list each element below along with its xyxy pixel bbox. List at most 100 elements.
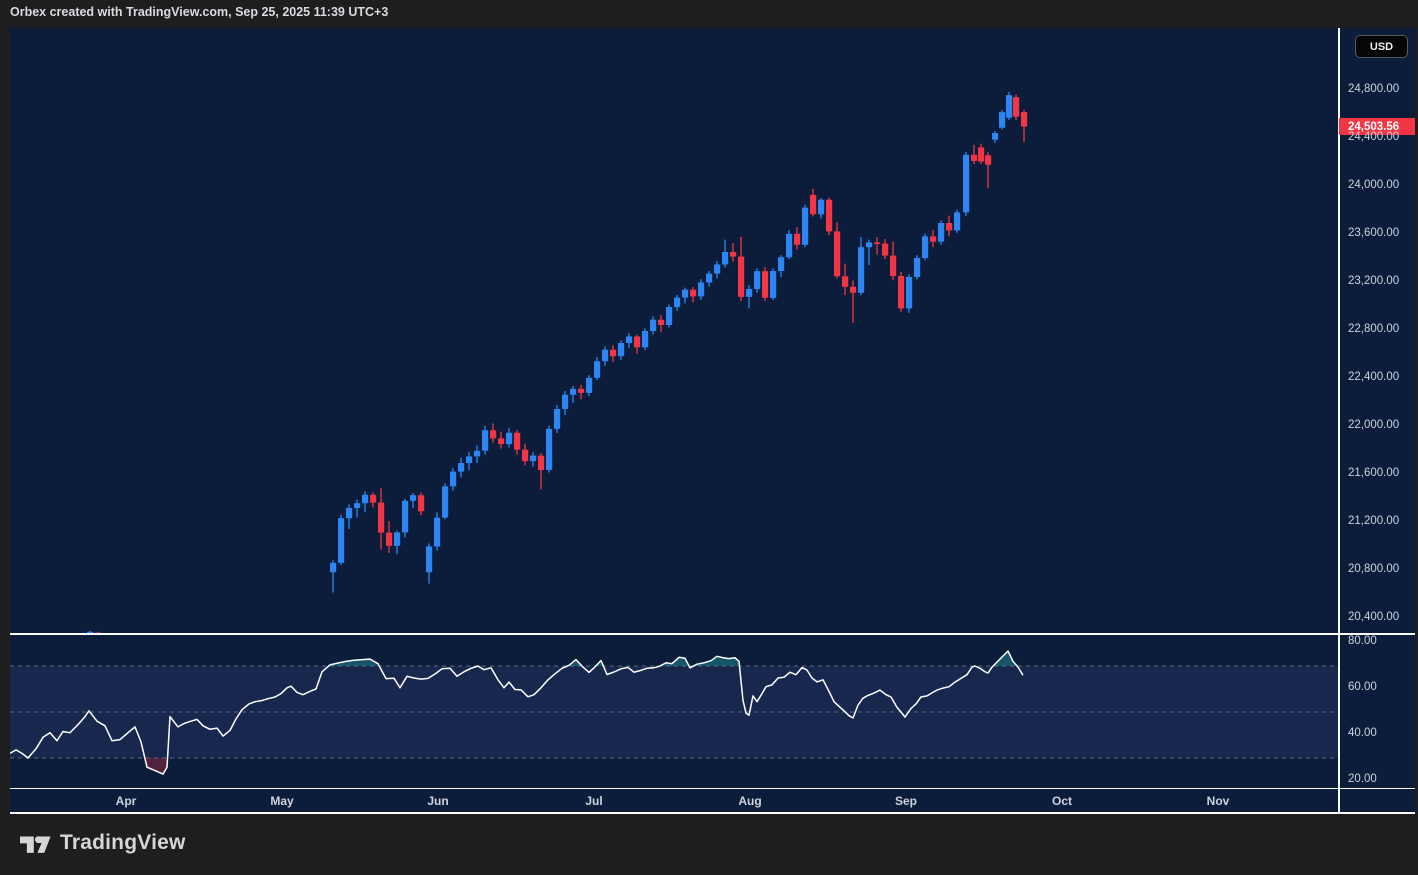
candle	[882, 239, 888, 259]
candle	[778, 255, 784, 277]
candle	[514, 430, 520, 455]
candle	[474, 446, 480, 463]
candle	[498, 432, 504, 449]
candle	[858, 237, 864, 295]
candle	[442, 483, 448, 519]
candle	[674, 295, 680, 311]
candle	[874, 237, 880, 254]
month-label-jul: Jul	[585, 794, 602, 808]
candle	[842, 264, 848, 296]
candle	[610, 345, 616, 362]
candle	[999, 110, 1005, 130]
candle	[922, 234, 928, 261]
candle	[754, 268, 760, 292]
candle	[906, 274, 912, 312]
candle	[378, 488, 384, 549]
candle	[602, 346, 608, 365]
month-label-jun: Jun	[427, 794, 448, 808]
candle	[578, 385, 584, 400]
candle	[898, 272, 904, 312]
candle	[650, 316, 656, 334]
candle	[850, 280, 856, 322]
candle	[971, 145, 977, 164]
candle	[482, 426, 488, 455]
rsi-tick-label: 80.00	[1348, 635, 1377, 647]
month-label-may: May	[270, 794, 293, 808]
price-tick-label: 24,000.00	[1348, 179, 1399, 191]
candle	[466, 452, 472, 470]
candle	[410, 493, 416, 508]
price-tick-label: 21,600.00	[1348, 467, 1399, 479]
candle	[834, 222, 840, 278]
candle	[370, 492, 376, 507]
candle	[1013, 94, 1019, 120]
candle	[562, 391, 568, 415]
price-chart-canvas[interactable]	[10, 28, 1338, 634]
candle	[642, 328, 648, 350]
candle	[538, 453, 544, 489]
candle	[346, 504, 352, 529]
candle	[618, 340, 624, 359]
candle	[714, 261, 720, 278]
candle	[698, 279, 704, 300]
candle	[866, 240, 872, 266]
candle	[594, 357, 600, 380]
candle	[418, 492, 424, 515]
candle	[786, 230, 792, 259]
candle	[546, 426, 552, 473]
chart-bottom-border	[10, 812, 1415, 814]
candle	[746, 285, 752, 308]
month-label-sep: Sep	[895, 794, 917, 808]
candle	[985, 152, 991, 188]
chart-area: AprMayJunJulAugSepOctNov USD 24,503.56 2…	[10, 28, 1415, 814]
candle	[402, 499, 408, 537]
candle	[554, 405, 560, 433]
candle	[690, 287, 696, 302]
candle	[954, 210, 960, 233]
credit-text: Orbex created with TradingView.com, Sep …	[10, 5, 388, 19]
candle	[946, 216, 952, 237]
footer-branding[interactable]: TradingView	[20, 830, 186, 855]
rsi-tick-label: 40.00	[1348, 727, 1377, 739]
price-tick-label: 20,800.00	[1348, 563, 1399, 575]
candle	[938, 220, 944, 244]
price-tick-label: 22,400.00	[1348, 371, 1399, 383]
candle	[570, 386, 576, 403]
price-tick-label: 23,200.00	[1348, 275, 1399, 287]
candle	[634, 334, 640, 353]
month-label-nov: Nov	[1207, 794, 1230, 808]
candle	[354, 500, 360, 518]
rsi-panel-canvas[interactable]	[10, 635, 1338, 788]
candle	[1006, 92, 1012, 120]
currency-button[interactable]: USD	[1355, 35, 1408, 58]
candle	[810, 189, 816, 217]
price-tick-label: 24,800.00	[1348, 83, 1399, 95]
candle	[330, 560, 336, 592]
candle	[818, 198, 824, 218]
candle	[450, 468, 456, 491]
tradingview-logo-icon	[20, 830, 51, 855]
candle	[434, 512, 440, 550]
candle	[522, 444, 528, 466]
candle	[658, 315, 664, 332]
panel-separator-line[interactable]	[10, 633, 1415, 635]
candle	[890, 242, 896, 281]
price-tick-label: 23,600.00	[1348, 227, 1399, 239]
candle	[458, 458, 464, 478]
candle	[738, 237, 744, 302]
tradingview-chart-screenshot: Orbex created with TradingView.com, Sep …	[0, 0, 1418, 875]
candle	[626, 333, 632, 348]
month-label-oct: Oct	[1052, 794, 1072, 808]
candle	[914, 255, 920, 279]
price-scale-border	[1338, 28, 1340, 814]
candle	[770, 268, 776, 300]
candle	[506, 428, 512, 447]
candle	[826, 198, 832, 236]
rsi-tick-label: 20.00	[1348, 773, 1377, 785]
axis-separator-line	[10, 788, 1415, 789]
candle	[338, 515, 344, 565]
candle	[992, 131, 998, 143]
candle	[730, 243, 736, 261]
candle	[586, 375, 592, 396]
price-tick-label: 20,400.00	[1348, 611, 1399, 623]
